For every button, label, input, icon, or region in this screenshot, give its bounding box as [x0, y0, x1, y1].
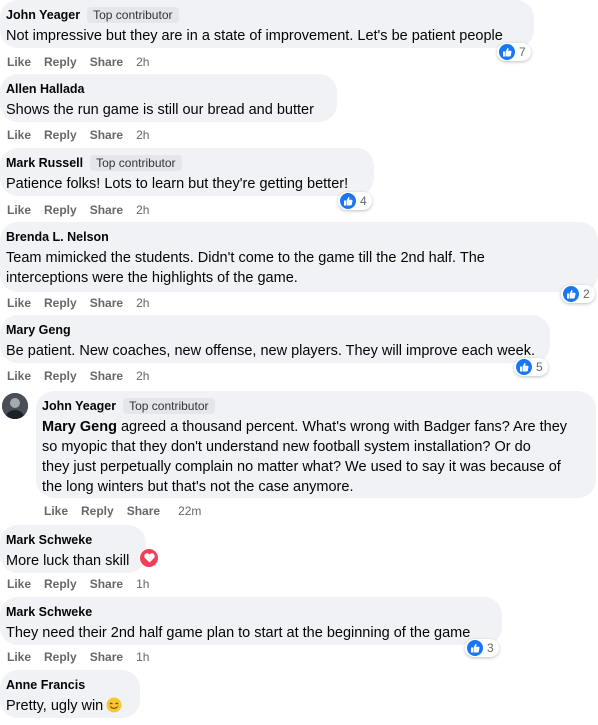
comment-actions: Like Reply Share 2h — [7, 128, 149, 142]
comment-bubble: Anne Francis Pretty, ugly win — [0, 670, 140, 718]
comment-text: Mary Geng agreed a thousand percent. Wha… — [42, 417, 584, 497]
comment-timestamp[interactable]: 2h — [136, 369, 149, 383]
smiling-face-icon — [106, 697, 122, 719]
comment-bubble: Allen Hallada Shows the run game is stil… — [0, 74, 337, 122]
comment-text-line: interceptions were the highlights of the… — [6, 270, 298, 286]
like-button[interactable]: Like — [7, 369, 31, 383]
comment-author[interactable]: Allen Hallada — [6, 82, 85, 96]
reply-button[interactable]: Reply — [44, 577, 77, 591]
share-button[interactable]: Share — [90, 369, 123, 383]
comment-text-line: so myopic that they don't understand new… — [42, 439, 531, 455]
comment-author[interactable]: John Yeager — [42, 399, 116, 413]
comment-bubble: Mark Russell Top contributor Patience fo… — [0, 148, 374, 196]
comment-text: Pretty, ugly win — [6, 696, 128, 719]
reply-button[interactable]: Reply — [44, 128, 77, 142]
comment-bubble: Mary Geng Be patient. New coaches, new o… — [0, 315, 550, 363]
top-contributor-badge: Top contributor — [90, 154, 182, 171]
comment-actions: Like Reply Share 2h — [7, 296, 149, 310]
comment-text-segment: agreed a thousand percent. What's wrong … — [116, 419, 568, 435]
like-icon — [563, 286, 579, 302]
reaction-summary[interactable]: 4 — [338, 192, 372, 210]
comment-author[interactable]: Brenda L. Nelson — [6, 230, 109, 244]
like-button[interactable]: Like — [44, 504, 68, 518]
comment-author[interactable]: Mary Geng — [6, 323, 71, 337]
comment-text-line: Mary Geng agreed a thousand percent. Wha… — [42, 417, 584, 437]
reply-button[interactable]: Reply — [44, 55, 77, 69]
comment-actions: Like Reply Share 2h — [7, 55, 149, 69]
comment-timestamp[interactable]: 2h — [136, 203, 149, 217]
comment-text: More luck than skill — [6, 553, 130, 569]
reply-button[interactable]: Reply — [81, 504, 114, 518]
like-icon — [467, 640, 483, 656]
reaction-summary[interactable]: 2 — [561, 285, 595, 303]
like-button[interactable]: Like — [7, 128, 31, 142]
comment-author[interactable]: John Yeager — [6, 8, 80, 22]
like-button[interactable]: Like — [7, 55, 31, 69]
like-button[interactable]: Like — [7, 296, 31, 310]
comment-text-line: the long winters but that's not the case… — [42, 479, 354, 495]
comment-actions: Like Reply Share 22m — [44, 504, 201, 518]
comment-timestamp[interactable]: 22m — [178, 504, 201, 518]
like-button[interactable]: Like — [7, 203, 31, 217]
comment-actions: Like Reply Share 2h — [7, 369, 149, 383]
share-button[interactable]: Share — [90, 55, 123, 69]
share-button[interactable]: Share — [90, 128, 123, 142]
comment-timestamp[interactable]: 2h — [136, 296, 149, 310]
reaction-count: 2 — [583, 287, 590, 301]
heart-icon — [140, 549, 158, 567]
comment-timestamp[interactable]: 1h — [136, 577, 149, 591]
comment-author[interactable]: Mark Russell — [6, 156, 83, 170]
mention-link[interactable]: Mary Geng — [42, 419, 117, 435]
comment-author[interactable]: Mark Schweke — [6, 605, 92, 619]
like-button[interactable]: Like — [7, 650, 31, 664]
comment-text-line: Team mimicked the students. Didn't come … — [6, 250, 485, 266]
reply-button[interactable]: Reply — [44, 203, 77, 217]
comment-text-segment: Pretty, ugly win — [6, 698, 104, 714]
comment-author[interactable]: Anne Francis — [6, 678, 85, 692]
share-button[interactable]: Share — [127, 504, 160, 518]
comment-actions: Like Reply Share 1h — [7, 577, 149, 591]
reaction-count: 5 — [536, 360, 543, 374]
reaction-summary[interactable]: 3 — [465, 639, 499, 657]
heart-reaction[interactable] — [139, 548, 159, 569]
comment-bubble: Mark Schweke More luck than skill — [0, 525, 146, 573]
share-button[interactable]: Share — [90, 203, 123, 217]
comment-actions: Like Reply Share 1h — [7, 650, 149, 664]
reaction-count: 4 — [360, 194, 367, 208]
share-button[interactable]: Share — [90, 296, 123, 310]
reply-button[interactable]: Reply — [44, 369, 77, 383]
reply-button[interactable]: Reply — [44, 296, 77, 310]
comment-bubble: Brenda L. Nelson Team mimicked the stude… — [0, 222, 598, 292]
reaction-summary[interactable]: 5 — [514, 358, 548, 376]
reaction-count: 7 — [519, 45, 526, 59]
share-button[interactable]: Share — [90, 650, 123, 664]
top-contributor-badge: Top contributor — [87, 6, 179, 23]
comment-timestamp[interactable]: 2h — [136, 55, 149, 69]
comment-text: Team mimicked the students. Didn't come … — [6, 248, 586, 288]
like-button[interactable]: Like — [7, 577, 31, 591]
comment-bubble: John Yeager Top contributor Not impressi… — [0, 0, 534, 48]
like-icon — [340, 193, 356, 209]
top-contributor-badge: Top contributor — [123, 397, 215, 414]
like-icon — [499, 44, 515, 60]
comment-timestamp[interactable]: 2h — [136, 128, 149, 142]
comment-bubble: Mark Schweke They need their 2nd half ga… — [0, 597, 502, 645]
share-button[interactable]: Share — [90, 577, 123, 591]
like-icon — [516, 359, 532, 375]
comment-author[interactable]: Mark Schweke — [6, 533, 92, 547]
comment-text: They need their 2nd half game plan to st… — [6, 625, 471, 641]
comment-timestamp[interactable]: 1h — [136, 650, 149, 664]
comment-text: Shows the run game is still our bread an… — [6, 102, 314, 118]
comment-text: Be patient. New coaches, new offense, ne… — [6, 343, 535, 359]
comment-text: Patience folks! Lots to learn but they'r… — [6, 176, 349, 192]
reaction-summary[interactable]: 7 — [497, 43, 531, 61]
reaction-count: 3 — [487, 641, 494, 655]
avatar[interactable] — [2, 393, 28, 419]
comment-actions: Like Reply Share 2h — [7, 203, 149, 217]
reply-button[interactable]: Reply — [44, 650, 77, 664]
comment-text: Not impressive but they are in a state o… — [6, 28, 503, 44]
comment-bubble: John Yeager Top contributor Mary Geng ag… — [36, 391, 596, 498]
comment-text-line: they just perpetually complain no matter… — [42, 459, 561, 475]
